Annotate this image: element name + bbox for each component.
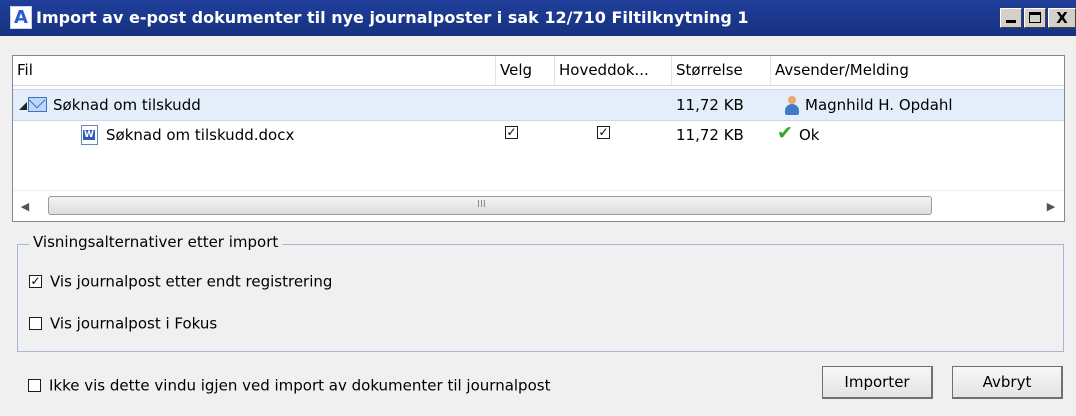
table-row[interactable]: Søknad om tilskudd.docx ✓ ✓ 11,72 KB ✔ O…	[13, 120, 1064, 150]
column-header-fil[interactable]: Fil	[13, 56, 496, 85]
row-size: 11,72 KB	[676, 126, 744, 144]
cancel-button[interactable]: Avbryt	[952, 366, 1063, 399]
import-button[interactable]: Importer	[822, 366, 933, 399]
checkmark-icon: ✔	[777, 122, 793, 144]
dont-show-again-option[interactable]: Ikke vis dette vindu igjen ved import av…	[28, 376, 550, 395]
dont-show-again-label: Ikke vis dette vindu igjen ved import av…	[49, 376, 551, 395]
app-icon: A	[10, 6, 32, 29]
dont-show-again-checkbox[interactable]	[28, 379, 41, 392]
scrollbar-thumb[interactable]: III	[48, 196, 932, 215]
velg-checkbox[interactable]: ✓	[505, 126, 518, 139]
show-in-fokus-checkbox[interactable]	[29, 317, 42, 330]
scroll-right-icon[interactable]: ▶	[1043, 198, 1059, 215]
minimize-button[interactable]	[1000, 8, 1022, 28]
row-message: Ok	[799, 126, 820, 144]
title-bar: A Import av e-post dokumenter til nye jo…	[0, 0, 1076, 36]
horizontal-scrollbar[interactable]: ◀ III ▶	[13, 190, 1064, 221]
column-header-storrelse[interactable]: Størrelse	[672, 56, 771, 85]
scroll-left-icon[interactable]: ◀	[17, 198, 33, 215]
maximize-button[interactable]	[1024, 8, 1046, 28]
minimize-icon	[1001, 9, 1021, 27]
word-document-icon	[81, 125, 98, 145]
envelope-icon	[28, 97, 47, 112]
close-icon: X	[1056, 9, 1068, 27]
display-options-label: Visningsalternativer etter import	[29, 233, 283, 251]
option-label: Vis journalpost i Fokus	[50, 314, 218, 333]
display-options-group	[17, 244, 1064, 352]
row-file-name: Søknad om tilskudd.docx	[106, 126, 295, 144]
row-file-name: Søknad om tilskudd	[53, 96, 201, 114]
grid-header: Fil Velg Hoveddok... Størrelse Avsender/…	[13, 56, 1064, 86]
person-icon	[783, 96, 801, 116]
scroll-grip: III	[477, 199, 486, 210]
option-label: Vis journalpost etter endt registrering	[50, 272, 333, 291]
show-after-registration-checkbox[interactable]: ✓	[29, 275, 42, 288]
row-size: 11,72 KB	[676, 96, 744, 114]
attachments-grid[interactable]: Fil Velg Hoveddok... Størrelse Avsender/…	[12, 55, 1065, 222]
row-sender: Magnhild H. Opdahl	[805, 96, 953, 114]
app-icon-letter: A	[14, 7, 28, 28]
close-button[interactable]: X	[1048, 8, 1076, 28]
maximize-icon	[1025, 9, 1045, 27]
column-header-avsender[interactable]: Avsender/Melding	[771, 56, 1064, 85]
option-show-in-fokus[interactable]: Vis journalpost i Fokus	[29, 314, 217, 333]
window-title: Import av e-post dokumenter til nye jour…	[36, 8, 749, 27]
hoveddok-checkbox[interactable]: ✓	[597, 126, 610, 139]
column-header-hoveddok[interactable]: Hoveddok...	[555, 56, 672, 85]
expand-collapse-icon[interactable]	[19, 102, 27, 110]
option-show-after-registration[interactable]: ✓ Vis journalpost etter endt registrering	[29, 272, 332, 291]
column-header-velg[interactable]: Velg	[496, 56, 555, 85]
table-row[interactable]: Søknad om tilskudd 11,72 KB Magnhild H. …	[13, 89, 1064, 121]
